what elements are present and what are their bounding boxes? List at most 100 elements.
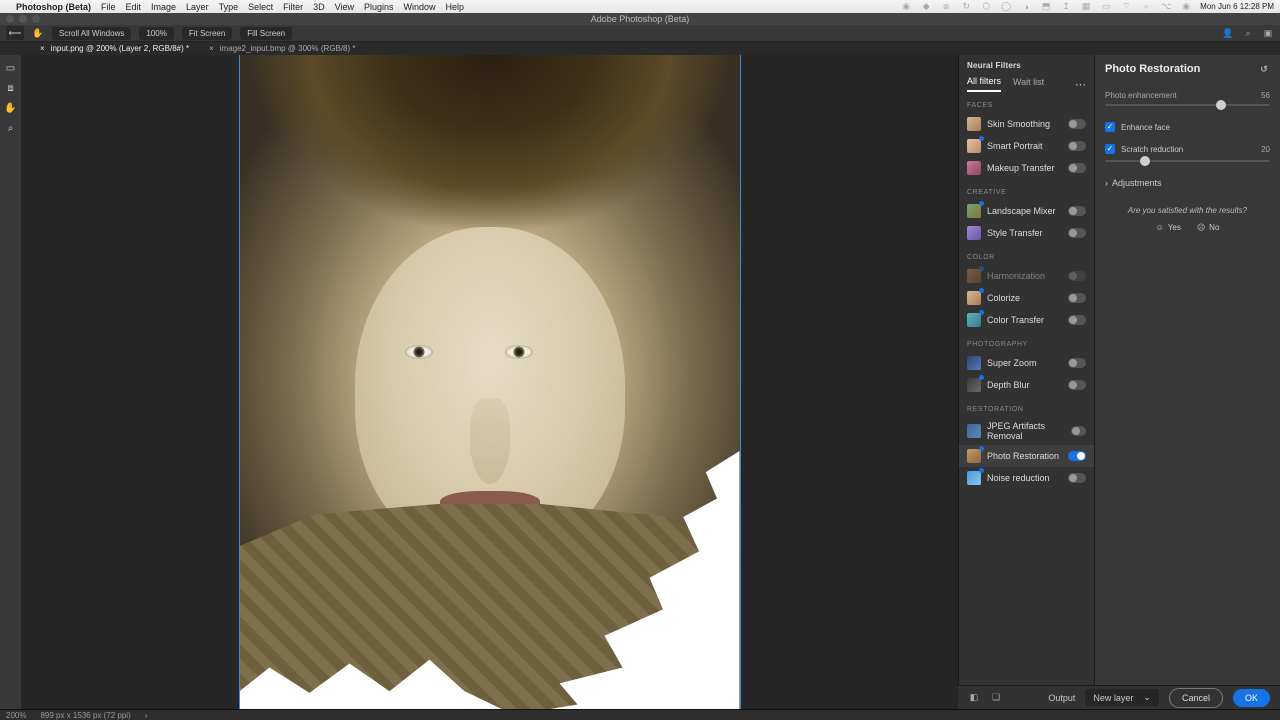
filter-color-transfer[interactable]: Color Transfer — [959, 309, 1094, 331]
chevron-right-icon[interactable]: › — [145, 711, 148, 720]
app-name[interactable]: Photoshop (Beta) — [16, 2, 91, 12]
filter-noise-reduction[interactable]: Noise reduction — [959, 467, 1094, 489]
smile-icon: ☺ — [1156, 223, 1164, 232]
doc-tab-2[interactable]: × image2_input.bmp @ 300% (RGB/8) * — [199, 44, 365, 53]
search-icon[interactable]: ⌕ — [1242, 27, 1254, 39]
filter-photo-restoration[interactable]: Photo Restoration — [959, 445, 1094, 467]
feedback-yes[interactable]: ☺Yes — [1156, 223, 1181, 232]
dropbox-icon[interactable]: ⧈ — [940, 1, 952, 13]
home-button[interactable]: ⟵ — [6, 26, 24, 40]
opt-scroll-all[interactable]: Scroll All Windows — [52, 27, 131, 40]
filter-toggle[interactable] — [1068, 206, 1086, 216]
menu-edit[interactable]: Edit — [126, 2, 142, 12]
menu-select[interactable]: Select — [248, 2, 273, 12]
opt-zoom-100[interactable]: 100% — [139, 27, 173, 40]
menu-window[interactable]: Window — [404, 2, 436, 12]
tray-icon-6[interactable]: ▦ — [1080, 1, 1092, 13]
close-icon[interactable]: × — [40, 44, 45, 53]
menu-image[interactable]: Image — [151, 2, 176, 12]
control-center-icon[interactable]: ⌥ — [1160, 1, 1172, 13]
filter-toggle[interactable] — [1068, 271, 1086, 281]
menu-plugins[interactable]: Plugins — [364, 2, 394, 12]
cc-status-icon[interactable]: ◆ — [920, 1, 932, 13]
slider-thumb[interactable] — [1140, 156, 1150, 166]
nf-section-color: COLOR — [959, 244, 1094, 265]
cancel-button[interactable]: Cancel — [1169, 688, 1223, 708]
filter-super-zoom[interactable]: Super Zoom — [959, 352, 1094, 374]
filter-style-transfer[interactable]: Style Transfer — [959, 222, 1094, 244]
filter-thumb-icon — [967, 226, 981, 240]
layers-icon[interactable]: ❏ — [990, 692, 1002, 704]
share-icon[interactable]: 👤 — [1222, 27, 1234, 39]
opt-fill-screen[interactable]: Fill Screen — [240, 27, 292, 40]
filter-toggle[interactable] — [1068, 119, 1086, 129]
hand-tool-icon[interactable]: ✋ — [32, 27, 44, 39]
filter-toggle[interactable] — [1068, 293, 1086, 303]
filter-toggle[interactable] — [1068, 473, 1086, 483]
siri-icon[interactable]: ◉ — [1180, 1, 1192, 13]
nf-tab-waitlist[interactable]: Wait list — [1013, 77, 1044, 91]
window-controls[interactable] — [6, 15, 40, 23]
tray-icon-2[interactable]: ◯ — [1000, 1, 1012, 13]
tray-icon-1[interactable]: ⬡ — [980, 1, 992, 13]
slider-thumb[interactable] — [1216, 100, 1226, 110]
filter-smart-portrait[interactable]: Smart Portrait — [959, 135, 1094, 157]
nf-tab-all[interactable]: All filters — [967, 76, 1001, 92]
filter-harmonization[interactable]: Harmonization — [959, 265, 1094, 287]
menubar-clock[interactable]: Mon Jun 6 12:28 PM — [1200, 2, 1274, 11]
nf-more-icon[interactable]: ⋯ — [1075, 78, 1086, 91]
chk-enhance-face[interactable]: Enhance face — [1105, 122, 1270, 132]
adjustments-accordion[interactable]: › Adjustments — [1105, 178, 1270, 188]
menu-filter[interactable]: Filter — [283, 2, 303, 12]
reset-icon[interactable]: ↺ — [1258, 63, 1270, 75]
opt-fit-screen[interactable]: Fit Screen — [182, 27, 232, 40]
enhance-slider[interactable] — [1105, 104, 1270, 106]
filter-toggle[interactable] — [1068, 228, 1086, 238]
close-icon[interactable]: × — [209, 44, 214, 53]
filter-colorize[interactable]: Colorize — [959, 287, 1094, 309]
tool-selection[interactable]: ▭ — [4, 61, 18, 75]
canvas[interactable] — [21, 55, 958, 709]
filter-toggle[interactable] — [1068, 358, 1086, 368]
menu-3d[interactable]: 3D — [313, 2, 325, 12]
filter-skin-smoothing[interactable]: Skin Smoothing — [959, 113, 1094, 135]
tray-icon-3[interactable]: ◑ — [1020, 1, 1032, 13]
doc-tab-2-label: image2_input.bmp @ 300% (RGB/8) * — [220, 44, 356, 53]
preview-icon[interactable]: ◧ — [968, 692, 980, 704]
filter-toggle[interactable] — [1071, 426, 1086, 436]
spotlight-icon[interactable]: ⌕ — [1140, 1, 1152, 13]
menu-file[interactable]: File — [101, 2, 116, 12]
tool-crop[interactable]: ⧈ — [4, 81, 18, 95]
menu-help[interactable]: Help — [446, 2, 465, 12]
chk-scratch-reduction[interactable]: Scratch reduction 20 — [1105, 144, 1270, 154]
filter-depth-blur[interactable]: Depth Blur — [959, 374, 1094, 396]
filter-toggle[interactable] — [1068, 451, 1086, 461]
ok-button[interactable]: OK — [1233, 689, 1270, 707]
record-icon[interactable]: ◉ — [900, 1, 912, 13]
filter-toggle[interactable] — [1068, 141, 1086, 151]
menu-view[interactable]: View — [335, 2, 354, 12]
tray-icon-5[interactable]: ↥ — [1060, 1, 1072, 13]
menu-type[interactable]: Type — [219, 2, 239, 12]
battery-icon[interactable]: ▭ — [1100, 1, 1112, 13]
filter-landscape-mixer[interactable]: Landscape Mixer — [959, 200, 1094, 222]
wifi-icon[interactable]: ⌔ — [1120, 1, 1132, 13]
workspace-icon[interactable]: ▣ — [1262, 27, 1274, 39]
tray-icon-4[interactable]: ⬒ — [1040, 1, 1052, 13]
output-select[interactable]: New layer ⌄ — [1085, 689, 1159, 706]
checkbox-icon[interactable] — [1105, 144, 1115, 154]
filter-makeup-transfer[interactable]: Makeup Transfer — [959, 157, 1094, 179]
menu-layer[interactable]: Layer — [186, 2, 209, 12]
scratch-slider[interactable] — [1105, 160, 1270, 162]
filter-toggle[interactable] — [1068, 315, 1086, 325]
checkbox-icon[interactable] — [1105, 122, 1115, 132]
filter-toggle[interactable] — [1068, 163, 1086, 173]
status-zoom[interactable]: 200% — [6, 711, 26, 720]
tool-zoom[interactable]: ⌕ — [4, 121, 18, 135]
filter-jpeg-artifacts[interactable]: JPEG Artifacts Removal — [959, 417, 1094, 445]
feedback-no[interactable]: ☹No — [1197, 223, 1220, 232]
doc-tab-1[interactable]: × input.png @ 200% (Layer 2, RGB/8#) * — [30, 44, 199, 53]
filter-toggle[interactable] — [1068, 380, 1086, 390]
tool-hand[interactable]: ✋ — [4, 101, 18, 115]
sync-icon[interactable]: ↻ — [960, 1, 972, 13]
